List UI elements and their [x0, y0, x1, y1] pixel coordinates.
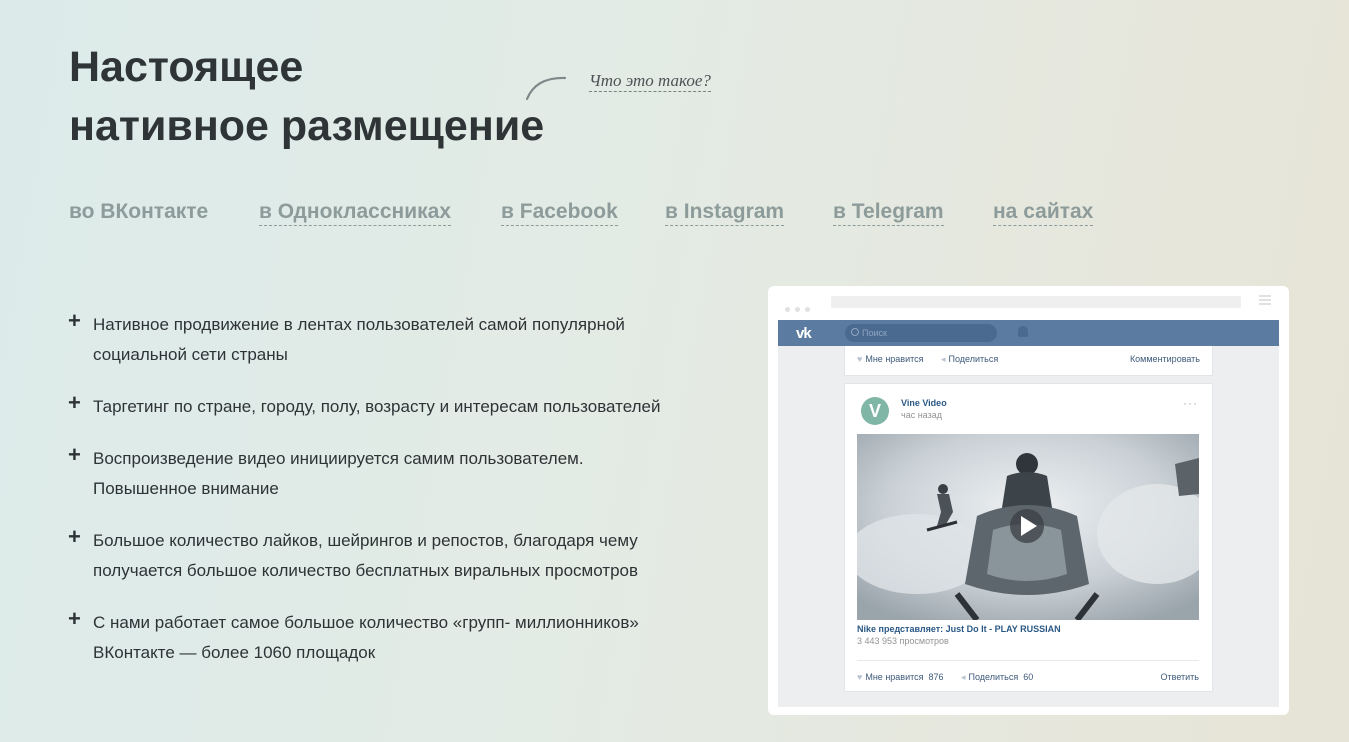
window-dot-icon [785, 307, 790, 312]
feature-list: + Нативное продвижение в лентах пользова… [68, 308, 728, 668]
feature-text-line: Воспроизведение видео инициируется самим… [93, 449, 584, 468]
tab-odnoklassniki[interactable]: в Одноклассниках [259, 199, 452, 226]
vk-post: V Vine Video час назад ··· Nike представ… [844, 383, 1213, 692]
browser-mockup: vk Поиск ♥ Мне нравится ◂ Поделиться Комме… [768, 286, 1289, 715]
search-icon [851, 328, 859, 336]
post-author: Vine Video [901, 398, 947, 408]
heart-icon: ♥ [857, 354, 863, 364]
divider [857, 660, 1199, 661]
feature-item: + С нами работает самое большое количест… [68, 606, 728, 668]
video-title: Nike представляет: Just Do It - PLAY RUS… [857, 624, 1061, 634]
more-options-icon: ··· [1183, 396, 1198, 410]
plus-icon: + [68, 308, 81, 333]
hamburger-menu-icon [1259, 295, 1271, 307]
feature-text-line: получается большое количество бесплатных… [93, 561, 639, 580]
page-title: Настоящее нативное размещение [69, 38, 544, 156]
like-action: ♥ Мне нравится 876 [857, 672, 944, 682]
page-title-line1: Настоящее [69, 43, 304, 91]
feature-text-line: С нами работает самое большое количество… [93, 613, 639, 632]
bell-icon [1018, 326, 1028, 337]
tab-instagram[interactable]: в Instagram [665, 199, 785, 226]
feature-text-line: Таргетинг по стране, городу, полу, возра… [93, 397, 661, 416]
feature-text-line: социальной сети страны [93, 345, 288, 364]
plus-icon: + [68, 390, 81, 415]
megaphone-icon: ◂ [961, 672, 966, 682]
window-dot-icon [805, 307, 810, 312]
tab-telegram[interactable]: в Telegram [833, 199, 944, 226]
address-bar [831, 296, 1241, 308]
vk-feed: vk Поиск ♥ Мне нравится ◂ Поделиться Комме… [778, 320, 1279, 707]
window-dot-icon [795, 307, 800, 312]
window-dots [785, 299, 815, 317]
share-action: ◂ Поделиться [941, 354, 999, 364]
post-time: час назад [901, 410, 942, 420]
comment-action: Комментировать [1129, 354, 1200, 364]
feature-item: + Таргетинг по стране, городу, полу, воз… [68, 390, 728, 422]
feature-text-line: ВКонтакте — более 1060 площадок [93, 643, 376, 662]
video-views: 3 443 953 просмотров [857, 636, 949, 646]
vk-search-placeholder: Поиск [862, 328, 887, 338]
reply-action: Ответить [1160, 672, 1199, 682]
feature-text-line: Нативное продвижение в лентах пользовате… [93, 315, 625, 334]
post-actions: ♥ Мне нравится 876 ◂ Поделиться 60 Ответит… [857, 664, 1199, 688]
feature-item: + Большое количество лайков, шейрингов и… [68, 524, 728, 586]
curved-pointer-icon [525, 76, 567, 101]
like-action: ♥ Мне нравится [857, 354, 924, 364]
what-is-it-link[interactable]: Что это такое? [589, 70, 711, 92]
megaphone-icon: ◂ [941, 354, 946, 364]
tab-facebook[interactable]: в Facebook [501, 199, 618, 226]
vk-logo-icon: vk [796, 325, 812, 342]
avatar: V [861, 397, 889, 425]
previous-post-actions: ♥ Мне нравится ◂ Поделиться Комментировать [844, 346, 1213, 376]
tab-websites[interactable]: на сайтах [993, 199, 1094, 226]
video-preview-image [857, 434, 1199, 620]
feature-text-line: Большое количество лайков, шейрингов и р… [93, 531, 638, 550]
vk-header: vk Поиск [778, 320, 1279, 346]
page-title-line2: нативное размещение [69, 102, 545, 150]
tab-vkontakte[interactable]: во ВКонтакте [69, 199, 208, 225]
vk-search-input: Поиск [845, 324, 997, 342]
plus-icon: + [68, 524, 81, 549]
plus-icon: + [68, 442, 81, 467]
feature-item: + Нативное продвижение в лентах пользова… [68, 308, 728, 370]
heart-icon: ♥ [857, 672, 863, 682]
plus-icon: + [68, 606, 81, 631]
feature-text-line: Повышенное внимание [93, 479, 279, 498]
video-thumbnail [857, 434, 1199, 620]
share-action: ◂ Поделиться 60 [961, 672, 1034, 682]
feature-item: + Воспроизведение видео инициируется сам… [68, 442, 728, 504]
